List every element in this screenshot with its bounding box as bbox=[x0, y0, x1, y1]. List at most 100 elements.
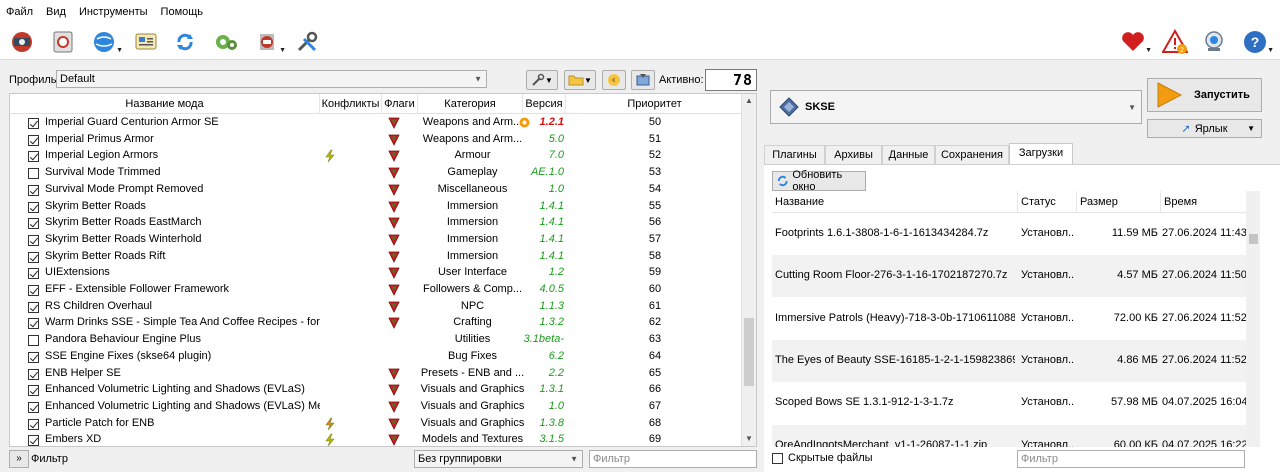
mod-checkbox[interactable] bbox=[28, 318, 39, 330]
tools-icon[interactable] bbox=[211, 28, 241, 56]
download-row[interactable]: Scoped Bows SE 1.3.1-912-1-3-1.7z Установ… bbox=[772, 382, 1246, 424]
scroll-up-icon[interactable]: ▲ bbox=[742, 94, 756, 108]
mod-checkbox[interactable] bbox=[28, 234, 39, 246]
backup-button[interactable] bbox=[631, 70, 655, 90]
install-mod-icon[interactable] bbox=[7, 28, 37, 56]
undo-button[interactable] bbox=[602, 70, 626, 90]
mod-checkbox[interactable] bbox=[28, 118, 39, 129]
executables-icon[interactable] bbox=[131, 28, 161, 56]
col-conflicts[interactable]: Конфликты bbox=[320, 94, 382, 114]
open-folder-button[interactable]: ▼ bbox=[564, 70, 596, 90]
col-version[interactable]: Версия bbox=[523, 94, 566, 114]
mod-checkbox[interactable] bbox=[28, 301, 39, 313]
col-priority[interactable]: Приоритет bbox=[566, 94, 743, 114]
col-dl-name[interactable]: Название bbox=[772, 191, 1018, 213]
col-dl-size[interactable]: Размер bbox=[1077, 191, 1161, 213]
mod-checkbox[interactable] bbox=[28, 151, 39, 163]
help-icon[interactable]: ? ▼ bbox=[1240, 28, 1274, 56]
mod-row[interactable]: Imperial Guard Centurion Armor SE Weapons… bbox=[10, 115, 743, 132]
mod-row[interactable]: Embers XD Models and Textures 3.1.5 69 bbox=[10, 432, 743, 446]
menu-file[interactable]: Файл bbox=[6, 6, 33, 18]
col-category[interactable]: Категория bbox=[418, 94, 523, 114]
problems-icon[interactable]: 2 bbox=[1160, 28, 1190, 56]
mod-checkbox[interactable] bbox=[28, 368, 39, 380]
mod-priority: 53 bbox=[648, 166, 662, 179]
mod-row[interactable]: Pandora Behaviour Engine Plus Utilities 3.… bbox=[10, 332, 743, 349]
refresh-icon[interactable] bbox=[170, 28, 200, 56]
restore-backup-button[interactable]: ▼ bbox=[526, 70, 558, 90]
mod-checkbox[interactable] bbox=[28, 435, 39, 446]
mod-checkbox[interactable] bbox=[28, 251, 39, 263]
mod-row[interactable]: Warm Drinks SSE - Simple Tea And Coffee … bbox=[10, 315, 743, 332]
col-mod-name[interactable]: Название мода bbox=[10, 94, 320, 114]
download-row[interactable]: Cutting Room Floor-276-3-1-16-1702187270… bbox=[772, 255, 1246, 298]
mod-checkbox[interactable] bbox=[28, 201, 39, 213]
menu-tools[interactable]: Инструменты bbox=[79, 6, 148, 18]
mod-row[interactable]: Skyrim Better Roads Winterhold Immersion 1… bbox=[10, 232, 743, 249]
downloads-scrollbar[interactable] bbox=[1246, 191, 1260, 447]
scroll-thumb[interactable] bbox=[1249, 234, 1258, 244]
mod-filter-input[interactable]: Фильтр bbox=[589, 450, 757, 468]
wrench-icon[interactable] bbox=[292, 28, 322, 56]
mod-checkbox[interactable] bbox=[28, 285, 39, 296]
endorse-icon[interactable]: ▼ bbox=[1118, 28, 1152, 56]
mod-checkbox[interactable] bbox=[28, 218, 39, 230]
mod-name: Skyrim Better Roads bbox=[45, 199, 146, 212]
update-icon[interactable] bbox=[1199, 28, 1229, 56]
mod-row[interactable]: UIExtensions User Interface 1.2 59 bbox=[10, 265, 743, 282]
profile-select[interactable]: Default ▼ bbox=[56, 70, 487, 88]
run-button[interactable]: Запустить bbox=[1147, 78, 1262, 112]
refresh-button[interactable]: Обновить окно bbox=[772, 169, 866, 193]
menu-view[interactable]: Вид bbox=[46, 6, 66, 18]
mod-checkbox[interactable] bbox=[28, 134, 39, 146]
download-row[interactable]: Footprints 1.6.1-3808-1-6-1-1613434284.7… bbox=[772, 213, 1246, 255]
mod-checkbox[interactable] bbox=[28, 385, 39, 397]
scroll-down-icon[interactable]: ▼ bbox=[742, 432, 756, 446]
mod-row[interactable]: Skyrim Better Roads Immersion 1.4.1 55 bbox=[10, 199, 743, 216]
download-row[interactable]: OreAndIngotsMerchant_v1-1-26087-1-1.zip У… bbox=[772, 424, 1246, 447]
download-row[interactable]: The Eyes of Beauty SSE-16185-1-2-1-15982… bbox=[772, 339, 1246, 382]
mod-checkbox[interactable] bbox=[28, 418, 39, 430]
col-flags[interactable]: Флаги bbox=[382, 94, 418, 114]
nexus-icon[interactable] bbox=[48, 28, 78, 56]
mod-checkbox[interactable] bbox=[28, 335, 39, 347]
mod-checkbox[interactable] bbox=[28, 168, 39, 180]
tab-archives[interactable]: Архивы bbox=[825, 145, 882, 164]
tab-plugins[interactable]: Плагины bbox=[764, 145, 825, 164]
download-row[interactable]: Immersive Patrols (Heavy)-718-3-0b-17106… bbox=[772, 298, 1246, 340]
menu-help[interactable]: Помощь bbox=[161, 6, 204, 18]
grouping-select[interactable]: Без группировки ▼ bbox=[414, 450, 583, 468]
tab-downloads[interactable]: Загрузки bbox=[1009, 143, 1073, 165]
download-filter-input[interactable]: Фильтр bbox=[1017, 450, 1245, 468]
mod-row[interactable]: Imperial Legion Armors Armour 7.0 52 bbox=[10, 148, 743, 165]
mod-list-scrollbar[interactable]: ▲ ▼ bbox=[741, 94, 756, 446]
mod-row[interactable]: Skyrim Better Roads EastMarch Immersion 1.… bbox=[10, 215, 743, 232]
mod-row[interactable]: Enhanced Volumetric Lighting and Shadows… bbox=[10, 399, 743, 416]
col-dl-status[interactable]: Статус bbox=[1018, 191, 1077, 213]
mod-row[interactable]: Survival Mode Trimmed Gameplay AE.1.0 53 bbox=[10, 165, 743, 182]
profiles-icon[interactable]: ▼ bbox=[89, 28, 123, 56]
mod-row[interactable]: Imperial Primus Armor Weapons and Arm... 5… bbox=[10, 132, 743, 149]
mod-row[interactable]: Enhanced Volumetric Lighting and Shadows… bbox=[10, 382, 743, 399]
mod-row[interactable]: ENB Helper SE Presets - ENB and ... 2.2 65 bbox=[10, 366, 743, 383]
mod-row[interactable]: RS Children Overhaul NPC 1.1.3 61 bbox=[10, 299, 743, 316]
executable-select[interactable]: SKSE ▼ bbox=[770, 90, 1142, 124]
tab-data[interactable]: Данные bbox=[882, 145, 935, 164]
mod-row[interactable]: Skyrim Better Roads Rift Immersion 1.4.1 58 bbox=[10, 249, 743, 266]
mod-checkbox[interactable] bbox=[28, 401, 39, 413]
tab-saves[interactable]: Сохранения bbox=[935, 145, 1009, 164]
mod-row[interactable]: Particle Patch for ENB Visuals and Graphi… bbox=[10, 416, 743, 433]
filter-toggle-button[interactable]: » bbox=[9, 450, 29, 468]
checkbox[interactable] bbox=[772, 452, 783, 464]
col-dl-time[interactable]: Время bbox=[1161, 191, 1246, 213]
hidden-files-checkbox[interactable]: Скрытые файлы bbox=[772, 452, 873, 464]
mod-checkbox[interactable] bbox=[28, 268, 39, 280]
mod-row[interactable]: SSE Engine Fixes (skse64 plugin) Bug Fixe… bbox=[10, 349, 743, 366]
mod-checkbox[interactable] bbox=[28, 184, 39, 196]
settings-icon[interactable]: ▼ bbox=[252, 28, 286, 56]
mod-checkbox[interactable] bbox=[28, 351, 39, 363]
shortcut-button[interactable]: ➚ Ярлык ▼ bbox=[1147, 119, 1262, 138]
mod-row[interactable]: EFF - Extensible Follower Framework Follo… bbox=[10, 282, 743, 299]
mod-row[interactable]: Survival Mode Prompt Removed Miscellaneou… bbox=[10, 182, 743, 199]
scroll-thumb[interactable] bbox=[744, 318, 754, 386]
